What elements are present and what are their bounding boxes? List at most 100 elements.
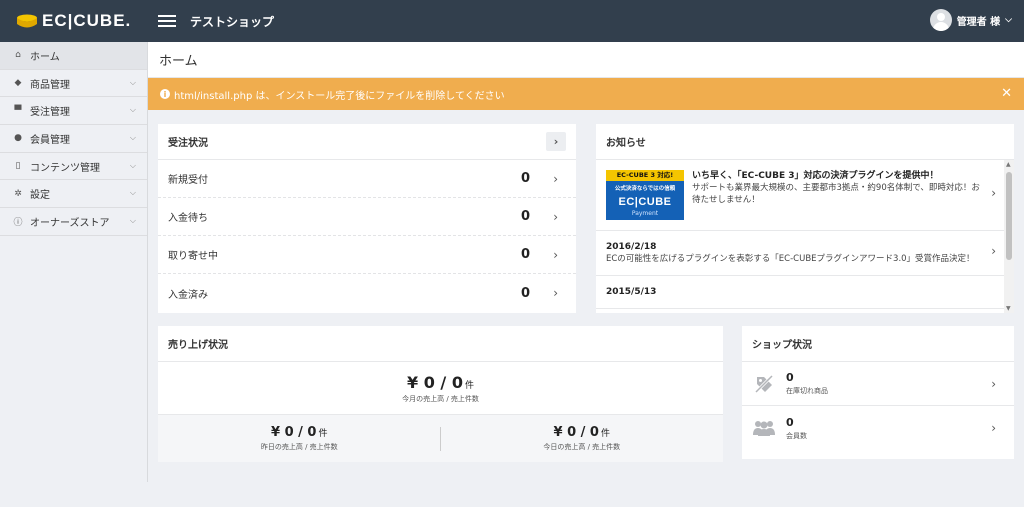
sidebar-item-settings[interactable]: ✲ 設定 ⌵ <box>0 180 147 209</box>
news-card-title: お知らせ <box>606 138 646 149</box>
shop-status-title: ショップ状況 <box>752 340 812 351</box>
info-icon: i <box>160 89 170 99</box>
chevron-right-icon: › <box>553 209 558 224</box>
order-status-label: 新規受付 <box>168 175 208 186</box>
chevron-right-icon: › <box>991 244 996 258</box>
order-status-awaiting-payment[interactable]: 入金待ち 0 › <box>158 198 576 236</box>
shop-status-card: ショップ状況 0 在庫切れ商品 › 0 会員数 › <box>742 326 1014 459</box>
sales-unit: 件 <box>464 380 474 391</box>
sales-yesterday-label: 昨日の売上高 / 売上件数 <box>260 443 338 451</box>
chevron-down-icon: ⌵ <box>129 188 136 198</box>
shop-name: テストショップ <box>190 14 275 29</box>
sales-today-amount: ¥ 0 / 0 <box>553 425 599 440</box>
shop-status-header: ショップ状況 <box>742 326 1014 362</box>
chevron-right-icon: › <box>553 286 558 300</box>
order-status-label: 入金待ち <box>168 213 208 224</box>
chevron-down-icon: ⌵ <box>129 77 136 87</box>
members-row[interactable]: 0 会員数 › <box>742 406 1014 450</box>
cube-logo-icon <box>16 14 38 28</box>
chevron-right-icon[interactable]: › <box>546 132 566 151</box>
gear-icon: ✲ <box>14 188 22 199</box>
order-status-count: 0 <box>520 285 530 301</box>
top-bar: EC|CUBE. テストショップ 管理者 様 ⌵ <box>0 0 1024 42</box>
news-list[interactable]: EC-CUBE 3 対応! 公式決済ならではの信頼 EC|CUBE Paymen… <box>596 160 1014 313</box>
out-of-stock-count: 0 <box>786 371 794 384</box>
chevron-right-icon: › <box>553 171 558 186</box>
news-card: お知らせ EC-CUBE 3 対応! 公式決済ならではの信頼 EC|CUBE P… <box>596 124 1014 313</box>
banner-top: EC-CUBE 3 対応! <box>606 170 684 181</box>
member-count: 0 <box>786 415 794 429</box>
cart-icon: ▀ <box>14 105 22 116</box>
banner-middle: 公式決済ならではの信頼 <box>614 186 676 192</box>
sidebar-item-label: 受注管理 <box>30 107 70 119</box>
logo[interactable]: EC|CUBE. <box>0 0 148 42</box>
tag-slash-icon <box>752 374 776 394</box>
order-status-count: 0 <box>520 247 530 262</box>
sales-unit: 件 <box>600 429 610 439</box>
chevron-down-icon: ⌵ <box>1005 15 1012 25</box>
sidebar-item-label: オーナーズストア <box>30 217 110 229</box>
sales-yesterday: ¥ 0 / 0件 昨日の売上高 / 売上件数 <box>158 415 441 462</box>
users-icon: ● <box>14 133 22 144</box>
sidebar-item-home[interactable]: ⌂ ホーム <box>0 42 147 70</box>
news-body: ECの可能性を広げるプラグインを表彰する「EC-CUBEプラグインアワード3.0… <box>606 254 975 264</box>
sidebar-item-contents[interactable]: ▯ コンテンツ管理 ⌵ <box>0 153 147 181</box>
order-status-label: 入金済み <box>168 289 208 301</box>
order-status-count: 0 <box>520 209 530 224</box>
banner-sub: Payment <box>631 210 659 217</box>
sidebar-item-label: 商品管理 <box>30 79 70 91</box>
chevron-right-icon: › <box>553 247 558 262</box>
member-count-label: 会員数 <box>786 431 807 440</box>
home-icon: ⌂ <box>15 50 21 61</box>
sales-today-label: 今日の売上高 / 売上件数 <box>543 443 621 451</box>
order-status-backorder[interactable]: 取り寄せ中 0 › <box>158 236 576 274</box>
menu-toggle-icon[interactable] <box>158 12 176 30</box>
chevron-down-icon: ⌵ <box>129 216 136 226</box>
sidebar-item-ownersstore[interactable]: ⓘ オーナーズストア ⌵ <box>0 208 147 236</box>
news-item[interactable]: EC-CUBE 3 対応! 公式決済ならではの信頼 EC|CUBE Paymen… <box>596 160 1014 231</box>
sales-unit: 件 <box>318 429 328 439</box>
news-body: サポートも業界最大規模の、主要都市3拠点・約90名体制で、即時対応！お待たせしま… <box>692 183 980 205</box>
sidebar: ⌂ ホーム ◆ 商品管理 ⌵ ▀ 受注管理 ⌵ ● 会員管理 ⌵ ▯ コンテンツ… <box>0 42 148 482</box>
chevron-right-icon: › <box>991 421 996 435</box>
close-icon[interactable]: ✕ <box>1001 86 1012 101</box>
news-date: 2016/2/18 <box>606 242 657 252</box>
sales-month: ¥ 0 / 0件 今月の売上高 / 売上件数 <box>158 362 723 415</box>
sidebar-item-customers[interactable]: ● 会員管理 ⌵ <box>0 125 147 153</box>
order-status-new[interactable]: 新規受付 0 › <box>158 160 576 198</box>
sidebar-item-products[interactable]: ◆ 商品管理 ⌵ <box>0 70 147 98</box>
chevron-right-icon: › <box>991 186 996 200</box>
sidebar-item-label: コンテンツ管理 <box>30 162 100 174</box>
user-menu[interactable]: 管理者 様 ⌵ <box>929 9 1012 31</box>
sidebar-item-label: 設定 <box>30 190 50 202</box>
chevron-down-icon: ⌵ <box>129 160 136 170</box>
orders-card: 受注状況 › 新規受付 0 › 入金待ち 0 › 取り寄せ中 0 › 入金済み … <box>158 124 576 313</box>
scroll-up-icon[interactable]: ▲ <box>1006 161 1011 168</box>
news-card-header: お知らせ <box>596 124 1014 160</box>
file-icon: ▯ <box>15 161 21 172</box>
news-scrollbar[interactable]: ▲ ▼ <box>1004 160 1014 313</box>
page-header: ホーム <box>148 42 1024 78</box>
install-warning-alert: i html/install.php は、インストール完了後にファイルを削除して… <box>148 78 1024 110</box>
sales-yesterday-amount: ¥ 0 / 0 <box>271 425 317 440</box>
sidebar-item-label: 会員管理 <box>30 134 70 146</box>
chevron-down-icon: ⌵ <box>129 105 136 115</box>
sidebar-item-label: ホーム <box>30 51 60 63</box>
sales-daily: ¥ 0 / 0件 昨日の売上高 / 売上件数 ¥ 0 / 0件 今日の売上高 /… <box>158 415 723 462</box>
sales-month-amount: ¥ 0 / 0 <box>407 372 463 392</box>
news-item[interactable]: 2016/2/18 ECの可能性を広げるプラグインを表彰する「EC-CUBEプラ… <box>596 231 1014 276</box>
banner-logo: EC|CUBE <box>618 196 672 208</box>
scrollbar-thumb[interactable] <box>1006 172 1012 260</box>
news-item[interactable]: 2015/5/13 <box>596 276 1014 309</box>
chevron-right-icon: › <box>991 376 996 391</box>
sidebar-item-orders[interactable]: ▀ 受注管理 ⌵ <box>0 97 147 126</box>
payment-banner: EC-CUBE 3 対応! 公式決済ならではの信頼 EC|CUBE Paymen… <box>606 170 684 220</box>
out-of-stock-label: 在庫切れ商品 <box>786 387 828 395</box>
sales-today: ¥ 0 / 0件 今日の売上高 / 売上件数 <box>441 415 724 462</box>
scroll-down-icon[interactable]: ▼ <box>1006 305 1011 312</box>
order-status-count: 0 <box>520 171 530 186</box>
out-of-stock-row[interactable]: 0 在庫切れ商品 › <box>742 362 1014 406</box>
order-status-paid[interactable]: 入金済み 0 › <box>158 274 576 312</box>
users-icon <box>752 419 776 437</box>
news-title: いち早く、「EC-CUBE 3」対応の決済プラグインを提供中！ <box>692 171 939 181</box>
